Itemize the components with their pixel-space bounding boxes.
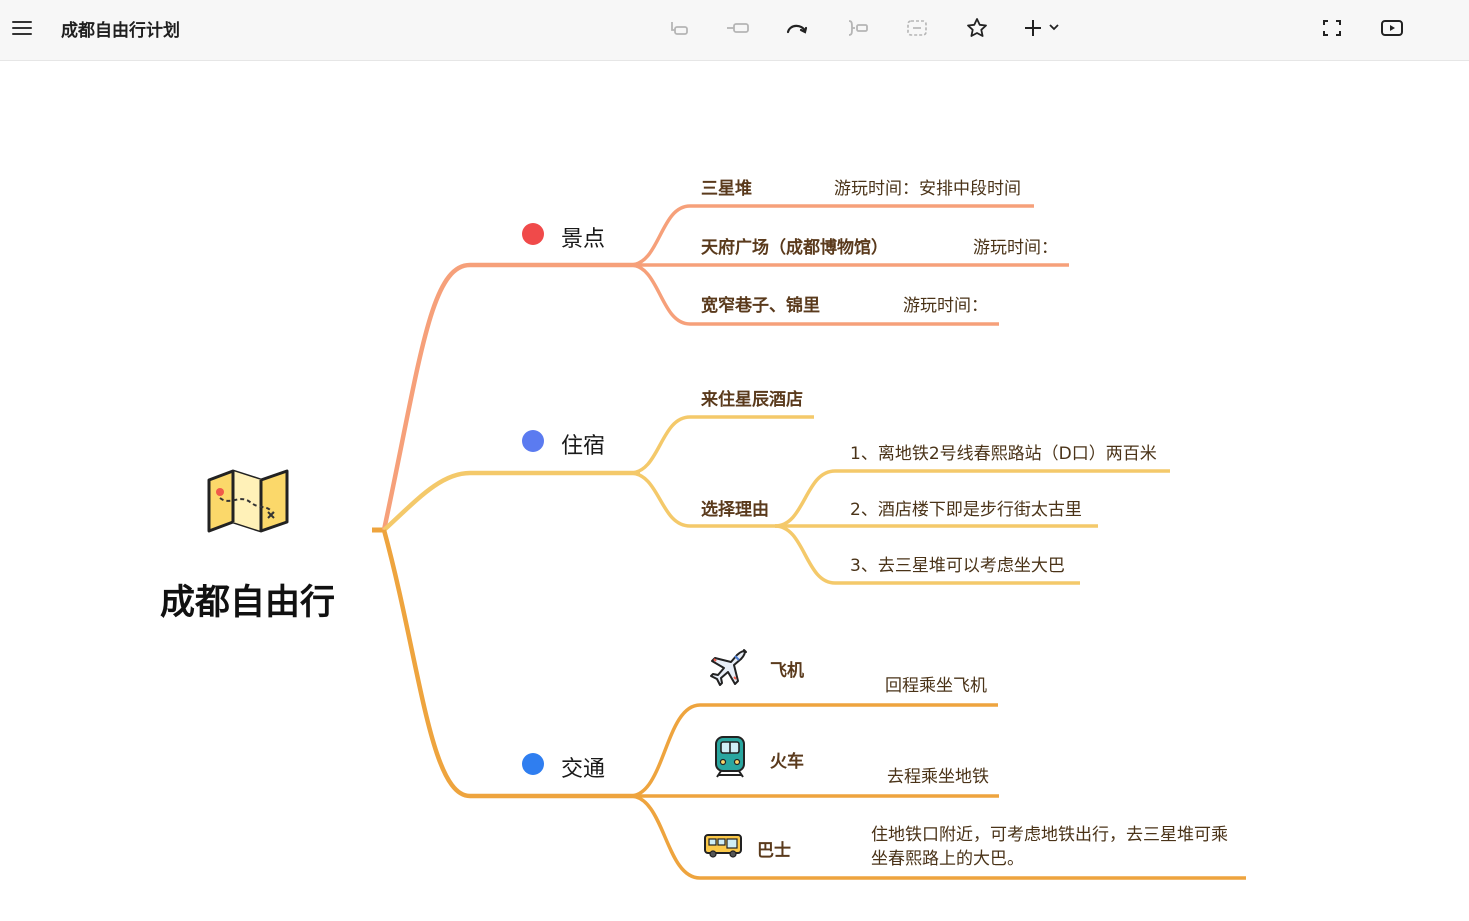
topic-hotel[interactable]: 来住星辰酒店 (701, 385, 803, 410)
topic-kuanzhai-jinli[interactable]: 宽窄巷子、锦里 (701, 291, 820, 316)
reason-3[interactable]: 3、去三星堆可以考虑坐大巴 (850, 551, 1065, 576)
topic-reasons[interactable]: 选择理由 (701, 495, 769, 520)
fullscreen-icon[interactable] (1314, 12, 1350, 44)
relation-curve-icon[interactable] (779, 12, 815, 44)
reason-2[interactable]: 2、酒店楼下即是步行街太古里 (850, 495, 1082, 520)
topic-stay[interactable]: 住宿 (561, 428, 605, 460)
bus-icon (703, 833, 743, 863)
topic-bus[interactable]: 巴士 (757, 836, 791, 861)
document-title[interactable]: 成都自由行计划 (61, 16, 180, 41)
presentation-play-icon[interactable] (1374, 12, 1410, 44)
airplane-icon (706, 645, 750, 693)
note-airplane: 回程乘坐飞机 (885, 676, 987, 696)
branch-sights (381, 262, 640, 531)
root-topic-title[interactable]: 成都自由行 (160, 574, 335, 625)
topic-transport[interactable]: 交通 (561, 751, 605, 783)
boundary-icon[interactable] (899, 12, 935, 44)
folded-map-icon (206, 468, 290, 538)
topic-sights[interactable]: 景点 (561, 221, 605, 253)
reason-1[interactable]: 1、离地铁2号线春熙路站（D口）两百米 (850, 439, 1157, 464)
topic-tianfu-square[interactable]: 天府广场（成都博物馆） (701, 233, 888, 258)
add-icon[interactable] (1018, 12, 1068, 44)
note-tianfu-square: 游玩时间： (973, 238, 1058, 258)
note-kuanzhai-jinli: 游玩时间： (903, 296, 988, 316)
topic-sanxingdui[interactable]: 三星堆 (701, 174, 752, 199)
transport-marker-dot (522, 753, 544, 775)
hamburger-menu-icon[interactable] (4, 12, 40, 44)
mindmap-canvas[interactable]: 成都自由行 景点 三星堆 游玩时间：安排中段时间 天府广场（成都博物馆） 游玩时… (0, 62, 1469, 921)
sights-marker-dot (522, 223, 544, 245)
branch-stay (382, 470, 640, 532)
top-toolbar: 成都自由行计划 (0, 0, 1469, 61)
star-icon[interactable] (959, 12, 995, 44)
stay-marker-dot (522, 430, 544, 452)
summary-icon[interactable] (839, 12, 875, 44)
note-sanxingdui: 游玩时间：安排中段时间 (834, 179, 1021, 199)
insert-sibling-icon[interactable] (720, 12, 756, 44)
note-bus-line1: 住地铁口附近，可考虑地铁出行，去三星堆可乘 (871, 825, 1228, 845)
topic-train[interactable]: 火车 (770, 747, 804, 772)
topic-airplane[interactable]: 飞机 (770, 656, 804, 681)
train-icon (713, 735, 747, 783)
note-train: 去程乘坐地铁 (887, 767, 989, 787)
insert-parent-icon[interactable] (661, 12, 697, 44)
note-bus-line2: 坐春熙路上的大巴。 (871, 849, 1024, 869)
